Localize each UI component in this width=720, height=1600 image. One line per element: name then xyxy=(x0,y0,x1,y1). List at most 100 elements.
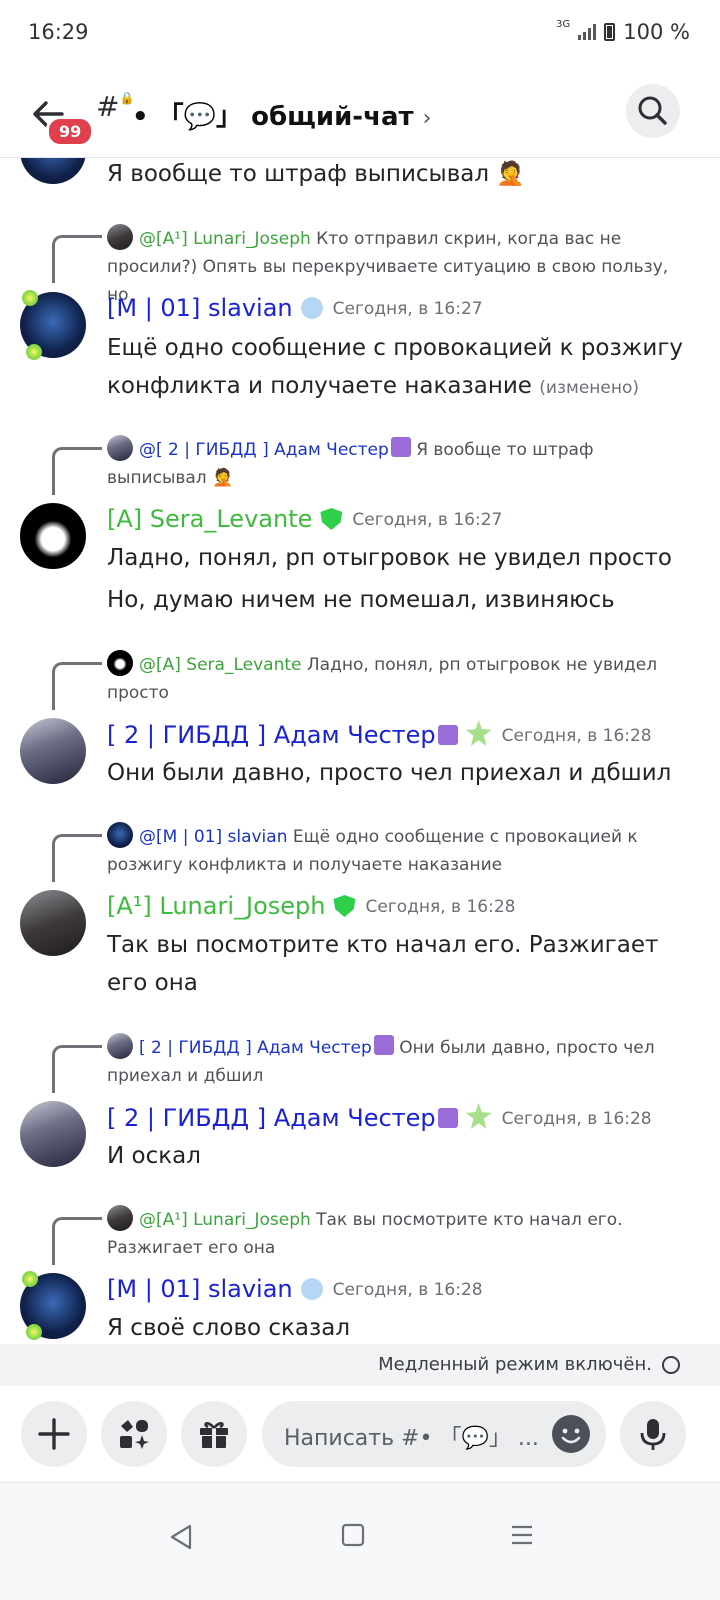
message-input[interactable]: Написать #• 「💬」 ... xyxy=(262,1401,606,1467)
reply-author: @[ 2 | ГИБДД ] Адам Честер xyxy=(139,440,389,460)
star-badge-icon xyxy=(465,720,492,746)
add-attachment-button[interactable] xyxy=(21,1401,87,1467)
reply-connector xyxy=(52,1217,102,1265)
reply-author: [ 2 | ГИБДД ] Адам Честер xyxy=(139,1038,372,1058)
apps-button[interactable] xyxy=(101,1401,167,1467)
message-header: [A] Sera_Levante Сегодня, в 16:27 xyxy=(107,505,502,533)
plus-icon xyxy=(38,1418,70,1450)
network-type: 3G xyxy=(556,18,571,30)
reply-avatar xyxy=(107,1033,133,1059)
shield-badge-icon xyxy=(333,895,356,917)
timer-icon xyxy=(662,1356,680,1374)
author-name[interactable]: [A] Sera_Levante xyxy=(107,505,312,533)
message-text: И оскал xyxy=(107,1143,201,1169)
message-header: [A¹] Lunari_Joseph Сегодня, в 16:28 xyxy=(107,892,515,920)
avatar[interactable] xyxy=(20,718,86,784)
search-icon xyxy=(638,96,667,125)
unread-badge: 99 xyxy=(46,116,95,147)
reply-author: @[M | 01] slavian xyxy=(139,827,288,847)
message-text: Но, думаю ничем не помешал, извиняюсь xyxy=(107,587,615,613)
timestamp: Сегодня, в 16:28 xyxy=(501,1109,652,1129)
status-time: 16:29 xyxy=(28,20,89,44)
reply-connector xyxy=(52,662,102,710)
discord-badge-icon xyxy=(300,1278,323,1300)
message-list[interactable]: Я вообще то штраф выписывал 🤦 @[A¹] Luna… xyxy=(0,158,720,1344)
avatar[interactable] xyxy=(20,503,86,569)
nav-home-icon[interactable] xyxy=(341,1523,365,1547)
reply-author: @[A¹] Lunari_Joseph xyxy=(139,1210,311,1230)
reply-preview[interactable]: @[A] Sera_Levante Ладно, понял, рп отыгр… xyxy=(107,650,687,707)
author-name[interactable]: [M | 01] slavian xyxy=(107,1275,293,1303)
mic-icon xyxy=(640,1419,666,1450)
battery-icon xyxy=(604,23,616,41)
reply-connector xyxy=(52,834,102,882)
message-text: Ещё одно сообщение с провокацией к розжи… xyxy=(107,329,697,407)
role-emoji-icon xyxy=(390,437,411,457)
avatar-decoration xyxy=(26,344,42,360)
channel-header: 99 #🔒 • 「💬」 общий-чат › xyxy=(0,70,720,158)
author-name[interactable]: [ 2 | ГИБДД ] Адам Честер xyxy=(107,1104,436,1132)
channel-title[interactable]: • 「💬」 общий-чат › xyxy=(132,96,431,133)
timestamp: Сегодня, в 16:28 xyxy=(365,897,516,917)
channel-name: общий-чат xyxy=(251,102,414,132)
gift-button[interactable] xyxy=(181,1401,247,1467)
avatar-decoration xyxy=(22,1271,38,1287)
avatar-decoration xyxy=(22,290,38,306)
message-header: [M | 01] slavian Сегодня, в 16:28 xyxy=(107,1275,483,1303)
status-bar: 16:29 3G 100 % xyxy=(0,0,720,70)
discord-badge-icon xyxy=(300,297,323,319)
reply-preview[interactable]: @[A¹] Lunari_Joseph Так вы посмотрите кт… xyxy=(107,1205,687,1262)
reply-avatar xyxy=(107,650,133,676)
chevron-right-icon: › xyxy=(422,106,432,131)
reply-preview[interactable]: @[ 2 | ГИБДД ] Адам Честер Я вообще то ш… xyxy=(107,435,687,492)
system-nav-bar xyxy=(0,1482,720,1600)
author-name[interactable]: [ 2 | ГИБДД ] Адам Честер xyxy=(107,721,436,749)
message-text: Так вы посмотрите кто начал его. Разжига… xyxy=(107,932,659,996)
search-button[interactable] xyxy=(626,84,680,138)
message-text: Ладно, понял, рп отыгровок не увидел про… xyxy=(107,545,672,571)
avatar[interactable] xyxy=(20,158,86,184)
channel-prefix: • 「💬」 xyxy=(132,102,252,132)
reply-connector xyxy=(52,447,102,495)
role-emoji-icon xyxy=(437,1108,458,1128)
emoji-icon xyxy=(561,1428,581,1444)
emoji-button[interactable] xyxy=(552,1415,590,1453)
author-name[interactable]: [M | 01] slavian xyxy=(107,294,293,322)
signal-icon xyxy=(578,24,597,40)
nav-recents-icon[interactable] xyxy=(510,1523,534,1547)
timestamp: Сегодня, в 16:28 xyxy=(332,1280,483,1300)
reply-author: @[A¹] Lunari_Joseph xyxy=(139,229,311,249)
message-input-placeholder: Написать #• 「💬」 ... xyxy=(284,1426,539,1451)
message-header: [ 2 | ГИБДД ] Адам Честер Сегодня, в 16:2… xyxy=(107,720,652,749)
reply-avatar xyxy=(107,435,133,461)
gift-icon xyxy=(200,1422,228,1448)
reply-connector xyxy=(52,1045,102,1093)
author-name[interactable]: [A¹] Lunari_Joseph xyxy=(107,892,325,920)
reply-connector xyxy=(52,235,102,283)
voice-message-button[interactable] xyxy=(620,1401,686,1467)
reply-avatar xyxy=(107,1205,133,1231)
timestamp: Сегодня, в 16:27 xyxy=(352,510,503,530)
message-composer: Написать #• 「💬」 ... xyxy=(0,1386,720,1482)
slowmode-bar: Медленный режим включён. xyxy=(0,1344,720,1386)
status-icons: 3G 100 % xyxy=(556,18,690,45)
avatar-decoration xyxy=(26,1324,42,1340)
reply-author: @[A] Sera_Levante xyxy=(139,655,302,675)
reply-avatar xyxy=(107,822,133,848)
message-text: Они были давно, просто чел приехал и дбш… xyxy=(107,760,672,786)
reply-preview[interactable]: @[M | 01] slavian Ещё одно сообщение с п… xyxy=(107,822,687,879)
message-header: [ 2 | ГИБДД ] Адам Честер Сегодня, в 16:2… xyxy=(107,1103,652,1132)
message-header: [M | 01] slavian Сегодня, в 16:27 xyxy=(107,294,483,322)
battery-level: 100 % xyxy=(623,20,690,44)
role-emoji-icon xyxy=(437,725,458,745)
channel-hash-icon: #🔒 xyxy=(96,90,135,123)
reply-preview[interactable]: [ 2 | ГИБДД ] Адам Честер Они были давно… xyxy=(107,1033,687,1090)
edited-label: (изменено) xyxy=(539,378,640,398)
apps-icon xyxy=(120,1420,149,1449)
nav-back-icon[interactable] xyxy=(168,1523,194,1551)
avatar[interactable] xyxy=(20,890,86,956)
message-text: Я вообще то штраф выписывал 🤦 xyxy=(107,161,525,187)
reply-avatar xyxy=(107,224,133,250)
message-text: Я своё слово сказал xyxy=(107,1315,351,1341)
avatar[interactable] xyxy=(20,1101,86,1167)
